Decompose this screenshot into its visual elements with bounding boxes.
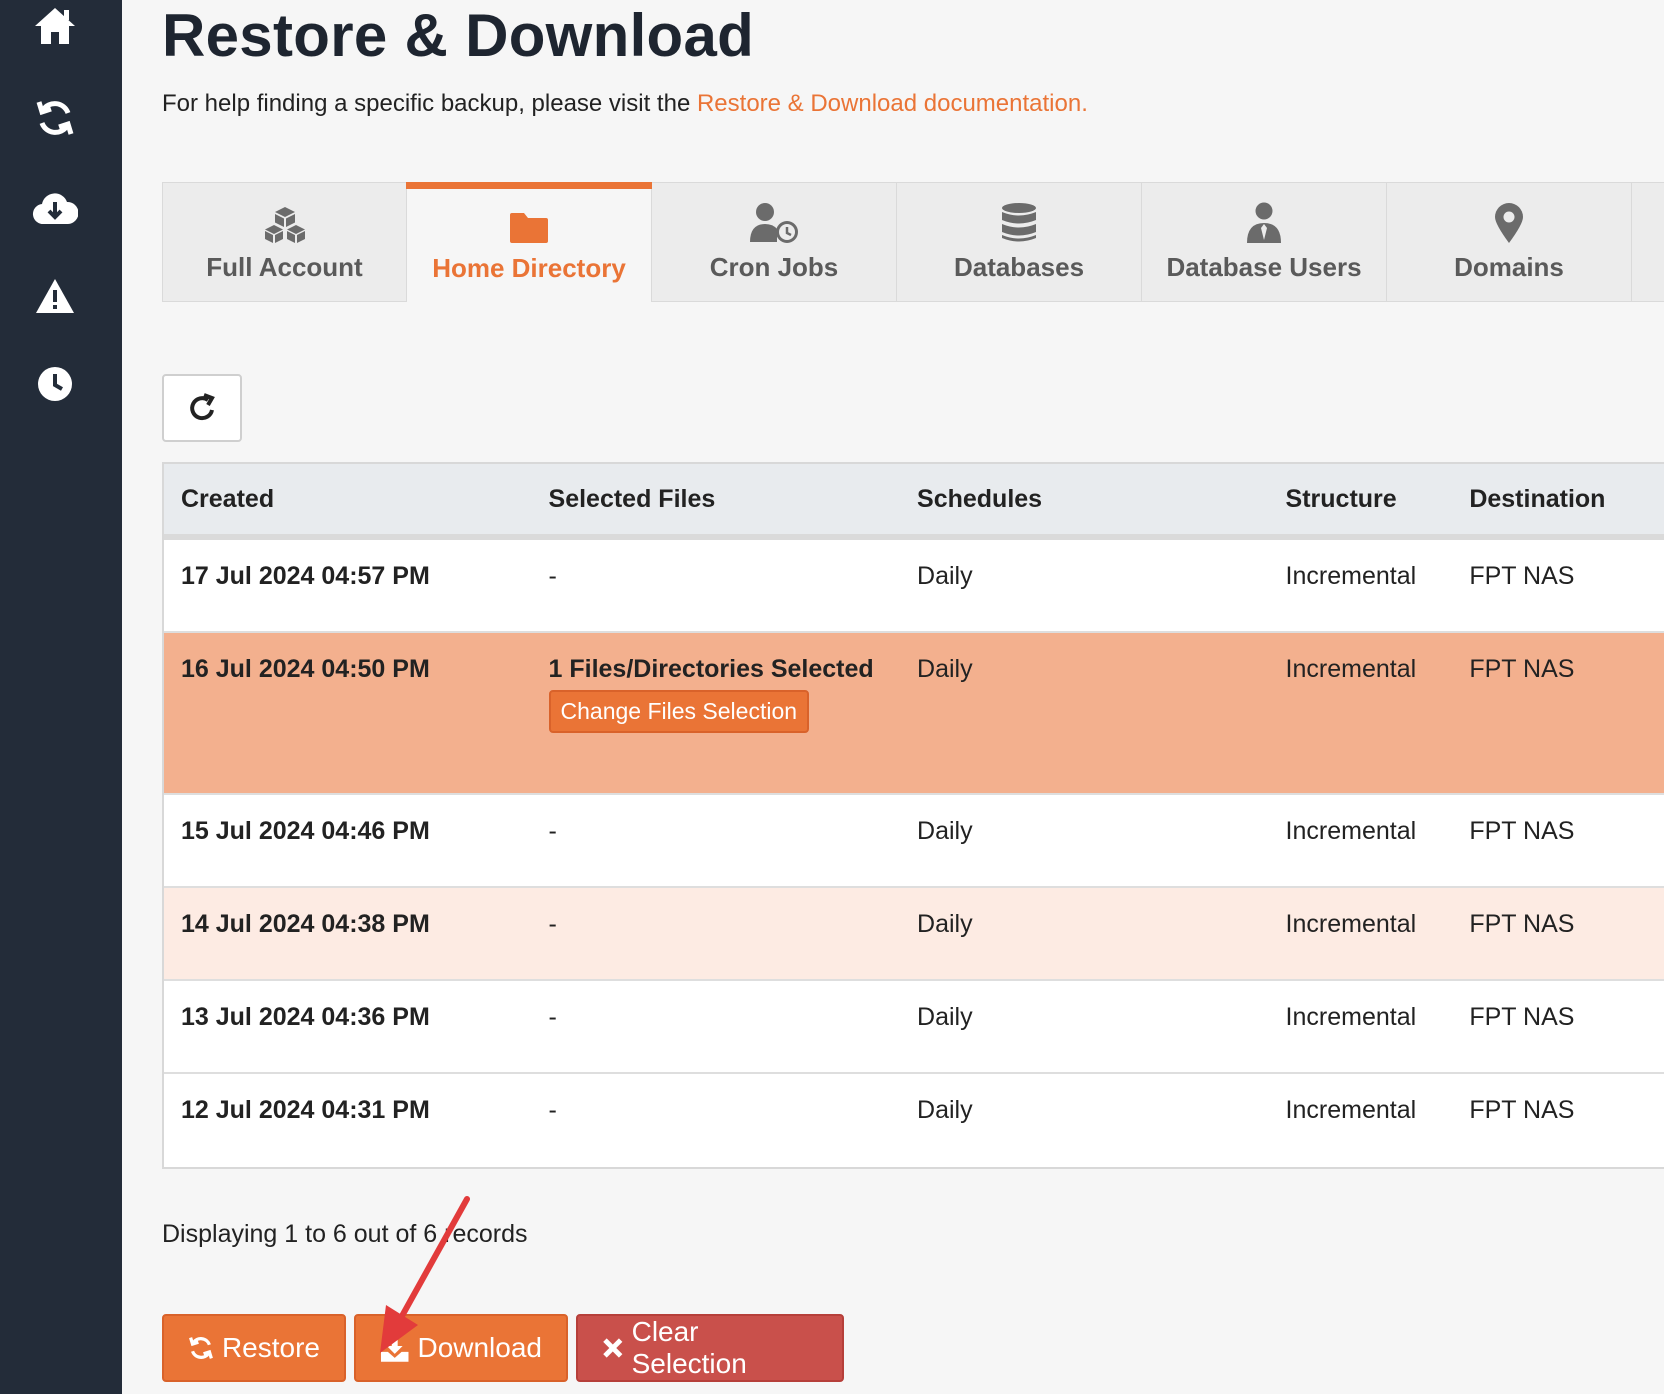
documentation-link[interactable]: Restore & Download documentation. <box>697 90 1088 117</box>
table-row-selected[interactable]: 16 Jul 2024 04:50 PM 1 Files/Directories… <box>164 633 1664 795</box>
col-structure[interactable]: Structure <box>1269 485 1453 514</box>
change-files-selection-button[interactable]: Change Files Selection <box>548 690 810 733</box>
clear-selection-button[interactable]: Clear Selection <box>576 1314 844 1382</box>
user-tie-icon <box>1246 198 1282 244</box>
col-created[interactable]: Created <box>164 485 532 514</box>
tab-domains[interactable]: Domains <box>1387 182 1632 302</box>
database-icon <box>1001 198 1037 244</box>
annotation-arrow <box>380 1196 470 1353</box>
refresh-icon <box>190 393 215 421</box>
table-header: Created Selected Files Schedules Structu… <box>164 464 1664 540</box>
cloud-download-icon[interactable] <box>31 184 79 232</box>
main-content: Restore & Download For help finding a sp… <box>122 0 1664 1394</box>
tab-bar: Full Account Home Directory Cron Jobs Da… <box>162 182 1664 304</box>
table-row[interactable]: 14 Jul 2024 04:38 PM - Daily Incremental… <box>164 888 1664 981</box>
refresh-button[interactable] <box>162 374 242 442</box>
table-row[interactable]: 12 Jul 2024 04:31 PM - Daily Incremental… <box>164 1074 1664 1167</box>
backups-table: Created Selected Files Schedules Structu… <box>162 462 1664 1169</box>
sidebar <box>0 0 122 1394</box>
tab-full-account[interactable]: Full Account <box>162 182 407 302</box>
restore-button[interactable]: Restore <box>162 1314 346 1382</box>
close-icon <box>603 1338 623 1358</box>
col-selected-files[interactable]: Selected Files <box>532 485 901 514</box>
action-buttons: Restore Download Clear Selection <box>162 1314 844 1382</box>
sync-icon <box>189 1337 213 1359</box>
warning-icon[interactable] <box>31 272 79 320</box>
map-marker-icon <box>1493 198 1525 244</box>
tab-database-users[interactable]: Database Users <box>1142 182 1387 302</box>
help-text: For help finding a specific backup, plea… <box>162 90 1088 117</box>
clock-icon[interactable] <box>31 360 79 408</box>
tab-overflow[interactable] <box>1632 182 1664 302</box>
col-schedules[interactable]: Schedules <box>900 485 1269 514</box>
user-clock-icon <box>749 198 799 244</box>
page-title: Restore & Download <box>162 2 755 69</box>
table-row[interactable]: 13 Jul 2024 04:36 PM - Daily Incremental… <box>164 981 1664 1074</box>
table-row[interactable]: 15 Jul 2024 04:46 PM - Daily Incremental… <box>164 795 1664 888</box>
cubes-icon <box>264 198 306 244</box>
folder-icon <box>508 199 550 245</box>
table-row[interactable]: 17 Jul 2024 04:57 PM - Daily Incremental… <box>164 540 1664 633</box>
home-icon[interactable] <box>31 2 79 50</box>
tab-home-directory[interactable]: Home Directory <box>406 182 652 302</box>
sync-icon[interactable] <box>31 94 79 142</box>
col-destination[interactable]: Destination <box>1452 485 1664 514</box>
tab-databases[interactable]: Databases <box>897 182 1142 302</box>
selected-files-count: 1 Files/Directories Selected <box>548 655 874 683</box>
tab-cron-jobs[interactable]: Cron Jobs <box>652 182 897 302</box>
